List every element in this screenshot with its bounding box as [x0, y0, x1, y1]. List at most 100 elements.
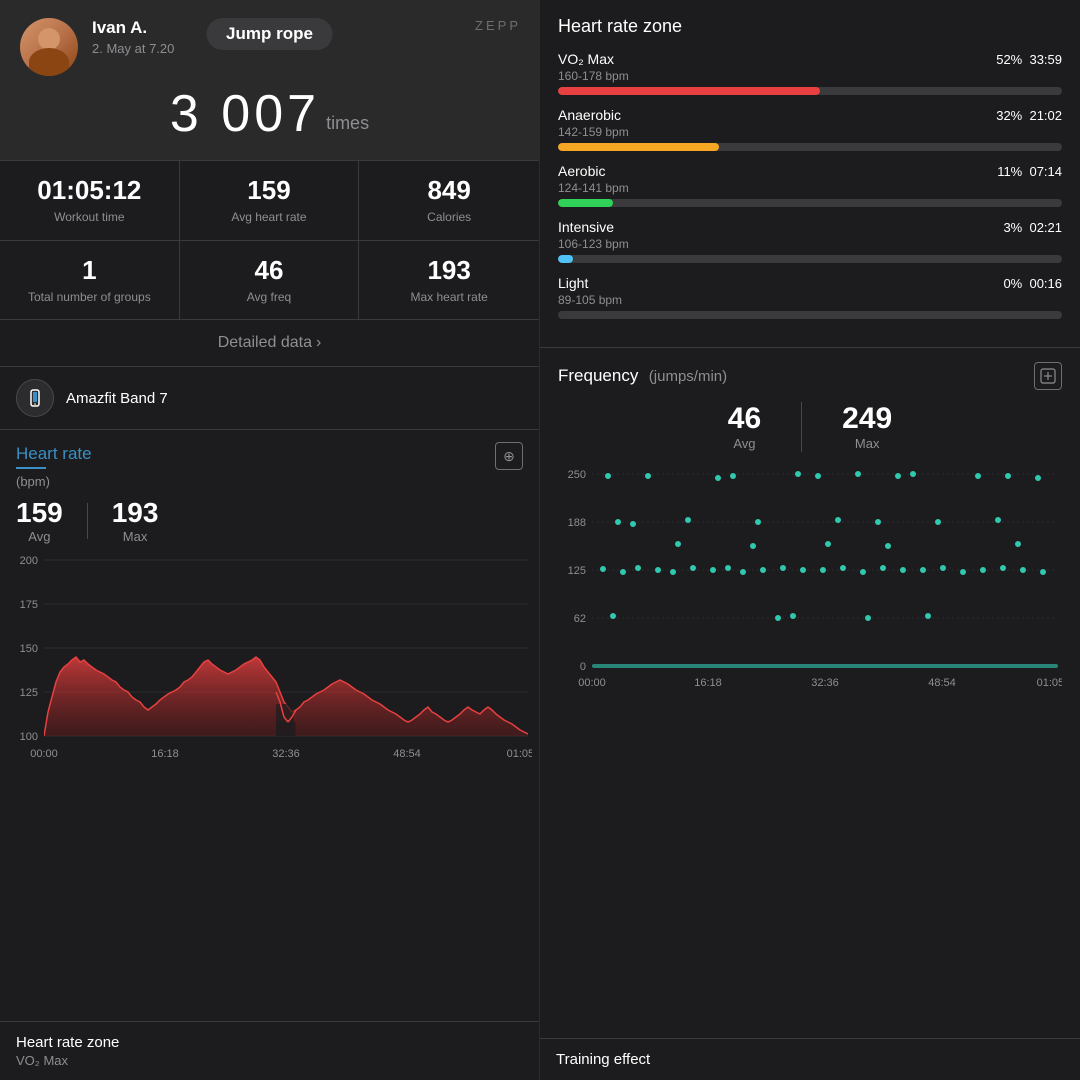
- hrz-anaerobic-bar-bg: [558, 143, 1062, 151]
- frequency-avg-stat: 46 Avg: [728, 402, 761, 452]
- svg-text:16:18: 16:18: [694, 677, 722, 689]
- frequency-header: Frequency (jumps/min): [558, 362, 1062, 390]
- frequency-zoom-button[interactable]: [1034, 362, 1062, 390]
- chart-title-group: Heart rate: [16, 444, 92, 469]
- zoom-button[interactable]: ⊕: [495, 442, 523, 470]
- hrz-light-bpm: 89-105 bpm: [558, 293, 622, 307]
- chart-avg-value: 159: [16, 497, 63, 529]
- svg-text:01:05:12: 01:05:12: [507, 748, 532, 760]
- svg-text:48:54: 48:54: [393, 748, 421, 760]
- svg-text:16:18: 16:18: [151, 748, 179, 760]
- stat-label-groups: Total number of groups: [12, 290, 167, 306]
- stat-value-calories: 849: [371, 175, 527, 206]
- hrz-aerobic-name-group: Aerobic 124-141 bpm: [558, 163, 629, 195]
- chart-max-value: 193: [112, 497, 159, 529]
- frequency-section: Frequency (jumps/min) 46 Avg 249 Max: [540, 348, 1080, 1038]
- zepp-logo: ZEPP: [475, 18, 521, 33]
- stat-value-avg-freq: 46: [192, 255, 347, 286]
- left-panel: Ivan A. 2. May at 7.20 Jump rope ZEPP 3 …: [0, 0, 540, 1080]
- detailed-data-link[interactable]: Detailed data ›: [0, 320, 539, 367]
- svg-text:62: 62: [574, 613, 586, 625]
- chart-max-stat: 193 Max: [112, 497, 189, 544]
- hrz-anaerobic-header: Anaerobic 142-159 bpm 32% 21:02: [558, 107, 1062, 139]
- heart-rate-chart-section: Heart rate ⊕ (bpm) 159 Avg 193 Max 200 1…: [0, 430, 539, 1021]
- stats-grid: 01:05:12 Workout time 159 Avg heart rate…: [0, 160, 539, 320]
- stat-label-calories: Calories: [371, 210, 527, 226]
- stat-max-hr: 193 Max heart rate: [359, 241, 539, 321]
- stat-value-avg-hr: 159: [192, 175, 347, 206]
- hrz-anaerobic-name: Anaerobic: [558, 107, 621, 123]
- hrz-anaerobic-bar: [558, 143, 719, 151]
- stat-workout-time: 01:05:12 Workout time: [0, 161, 180, 241]
- frequency-title-group: Frequency (jumps/min): [558, 366, 727, 386]
- frequency-title: Frequency: [558, 366, 638, 385]
- hrz-anaerobic-stats: 32% 21:02: [996, 108, 1062, 123]
- device-row: Amazfit Band 7: [0, 367, 539, 430]
- stat-label-max-hr: Max heart rate: [371, 290, 527, 306]
- hrz-vo2max-bar-bg: [558, 87, 1062, 95]
- hrz-row-vo2max: VO₂ Max 160-178 bpm 52% 33:59: [558, 51, 1062, 95]
- stat-label-workout: Workout time: [12, 210, 167, 226]
- stat-avg-hr: 159 Avg heart rate: [180, 161, 360, 241]
- device-name: Amazfit Band 7: [66, 390, 168, 407]
- frequency-avg-label: Avg: [728, 436, 761, 451]
- heart-rate-chart: 200 175 150 125 100: [8, 552, 532, 772]
- frequency-avg-value: 46: [728, 402, 761, 436]
- svg-text:188: 188: [568, 517, 586, 529]
- hrz-light-name: Light: [558, 275, 588, 291]
- svg-text:125: 125: [20, 687, 38, 699]
- hrz-section-title: Heart rate zone: [558, 16, 1062, 37]
- hrz-intensive-bar: [558, 255, 573, 263]
- hrz-aerobic-bpm: 124-141 bpm: [558, 181, 629, 195]
- hrz-aerobic-name: Aerobic: [558, 163, 605, 179]
- stat-calories: 849 Calories: [359, 161, 539, 241]
- svg-text:125: 125: [568, 565, 586, 577]
- hrz-light-bar-bg: [558, 311, 1062, 319]
- hrz-aerobic-stats: 11% 07:14: [997, 164, 1062, 179]
- svg-text:48:54: 48:54: [928, 677, 956, 689]
- hrz-anaerobic-name-group: Anaerobic 142-159 bpm: [558, 107, 629, 139]
- stat-value-workout: 01:05:12: [12, 175, 167, 206]
- hrz-row-aerobic: Aerobic 124-141 bpm 11% 07:14: [558, 163, 1062, 207]
- hrz-light-stats: 0% 00:16: [1003, 276, 1062, 291]
- hr-zone-left-title: Heart rate zone: [16, 1034, 523, 1051]
- frequency-unit: (jumps/min): [649, 368, 727, 385]
- hrz-vo2max-stats: 52% 33:59: [996, 52, 1062, 67]
- jump-unit: times: [326, 113, 369, 144]
- svg-text:100: 100: [20, 731, 38, 743]
- hrz-aerobic-header: Aerobic 124-141 bpm 11% 07:14: [558, 163, 1062, 195]
- frequency-max-value: 249: [842, 402, 892, 436]
- hrz-aerobic-bar: [558, 199, 613, 207]
- chart-header: Heart rate ⊕: [0, 430, 539, 474]
- stat-avg-freq: 46 Avg freq: [180, 241, 360, 321]
- hrz-intensive-bar-bg: [558, 255, 1062, 263]
- chart-avg-label: Avg: [16, 529, 63, 544]
- hr-chart-container: 200 175 150 125 100: [0, 552, 539, 777]
- stat-value-groups: 1: [12, 255, 167, 286]
- stat-value-max-hr: 193: [371, 255, 527, 286]
- svg-text:0: 0: [580, 661, 586, 673]
- jump-count: 3 007: [170, 84, 320, 144]
- chart-avg-stat: 159 Avg: [16, 497, 87, 544]
- chart-title: Heart rate: [16, 444, 92, 464]
- hrz-anaerobic-bpm: 142-159 bpm: [558, 125, 629, 139]
- training-effect-section: Training effect: [540, 1038, 1080, 1080]
- hrz-intensive-header: Intensive 106-123 bpm 3% 02:21: [558, 219, 1062, 251]
- hrz-vo2max-name-group: VO₂ Max 160-178 bpm: [558, 51, 629, 83]
- freq-divider: [801, 402, 802, 452]
- header-section: Ivan A. 2. May at 7.20 Jump rope ZEPP 3 …: [0, 0, 539, 160]
- heart-rate-zone-section: Heart rate zone VO₂ Max 160-178 bpm 52% …: [540, 0, 1080, 348]
- chevron-right-icon: ›: [316, 334, 321, 352]
- frequency-chart: 250 188 125 62 0: [558, 464, 1062, 724]
- svg-text:175: 175: [20, 599, 38, 611]
- stat-label-avg-freq: Avg freq: [192, 290, 347, 306]
- svg-text:32:36: 32:36: [272, 748, 300, 760]
- hrz-vo2max-bpm: 160-178 bpm: [558, 69, 629, 83]
- jump-count-row: 3 007 times: [20, 84, 519, 144]
- chart-title-underline: [16, 467, 46, 469]
- stat-label-avg-hr: Avg heart rate: [192, 210, 347, 226]
- hrz-intensive-name: Intensive: [558, 219, 614, 235]
- svg-text:150: 150: [20, 643, 38, 655]
- frequency-max-label: Max: [842, 436, 892, 451]
- svg-text:00:00: 00:00: [578, 677, 606, 689]
